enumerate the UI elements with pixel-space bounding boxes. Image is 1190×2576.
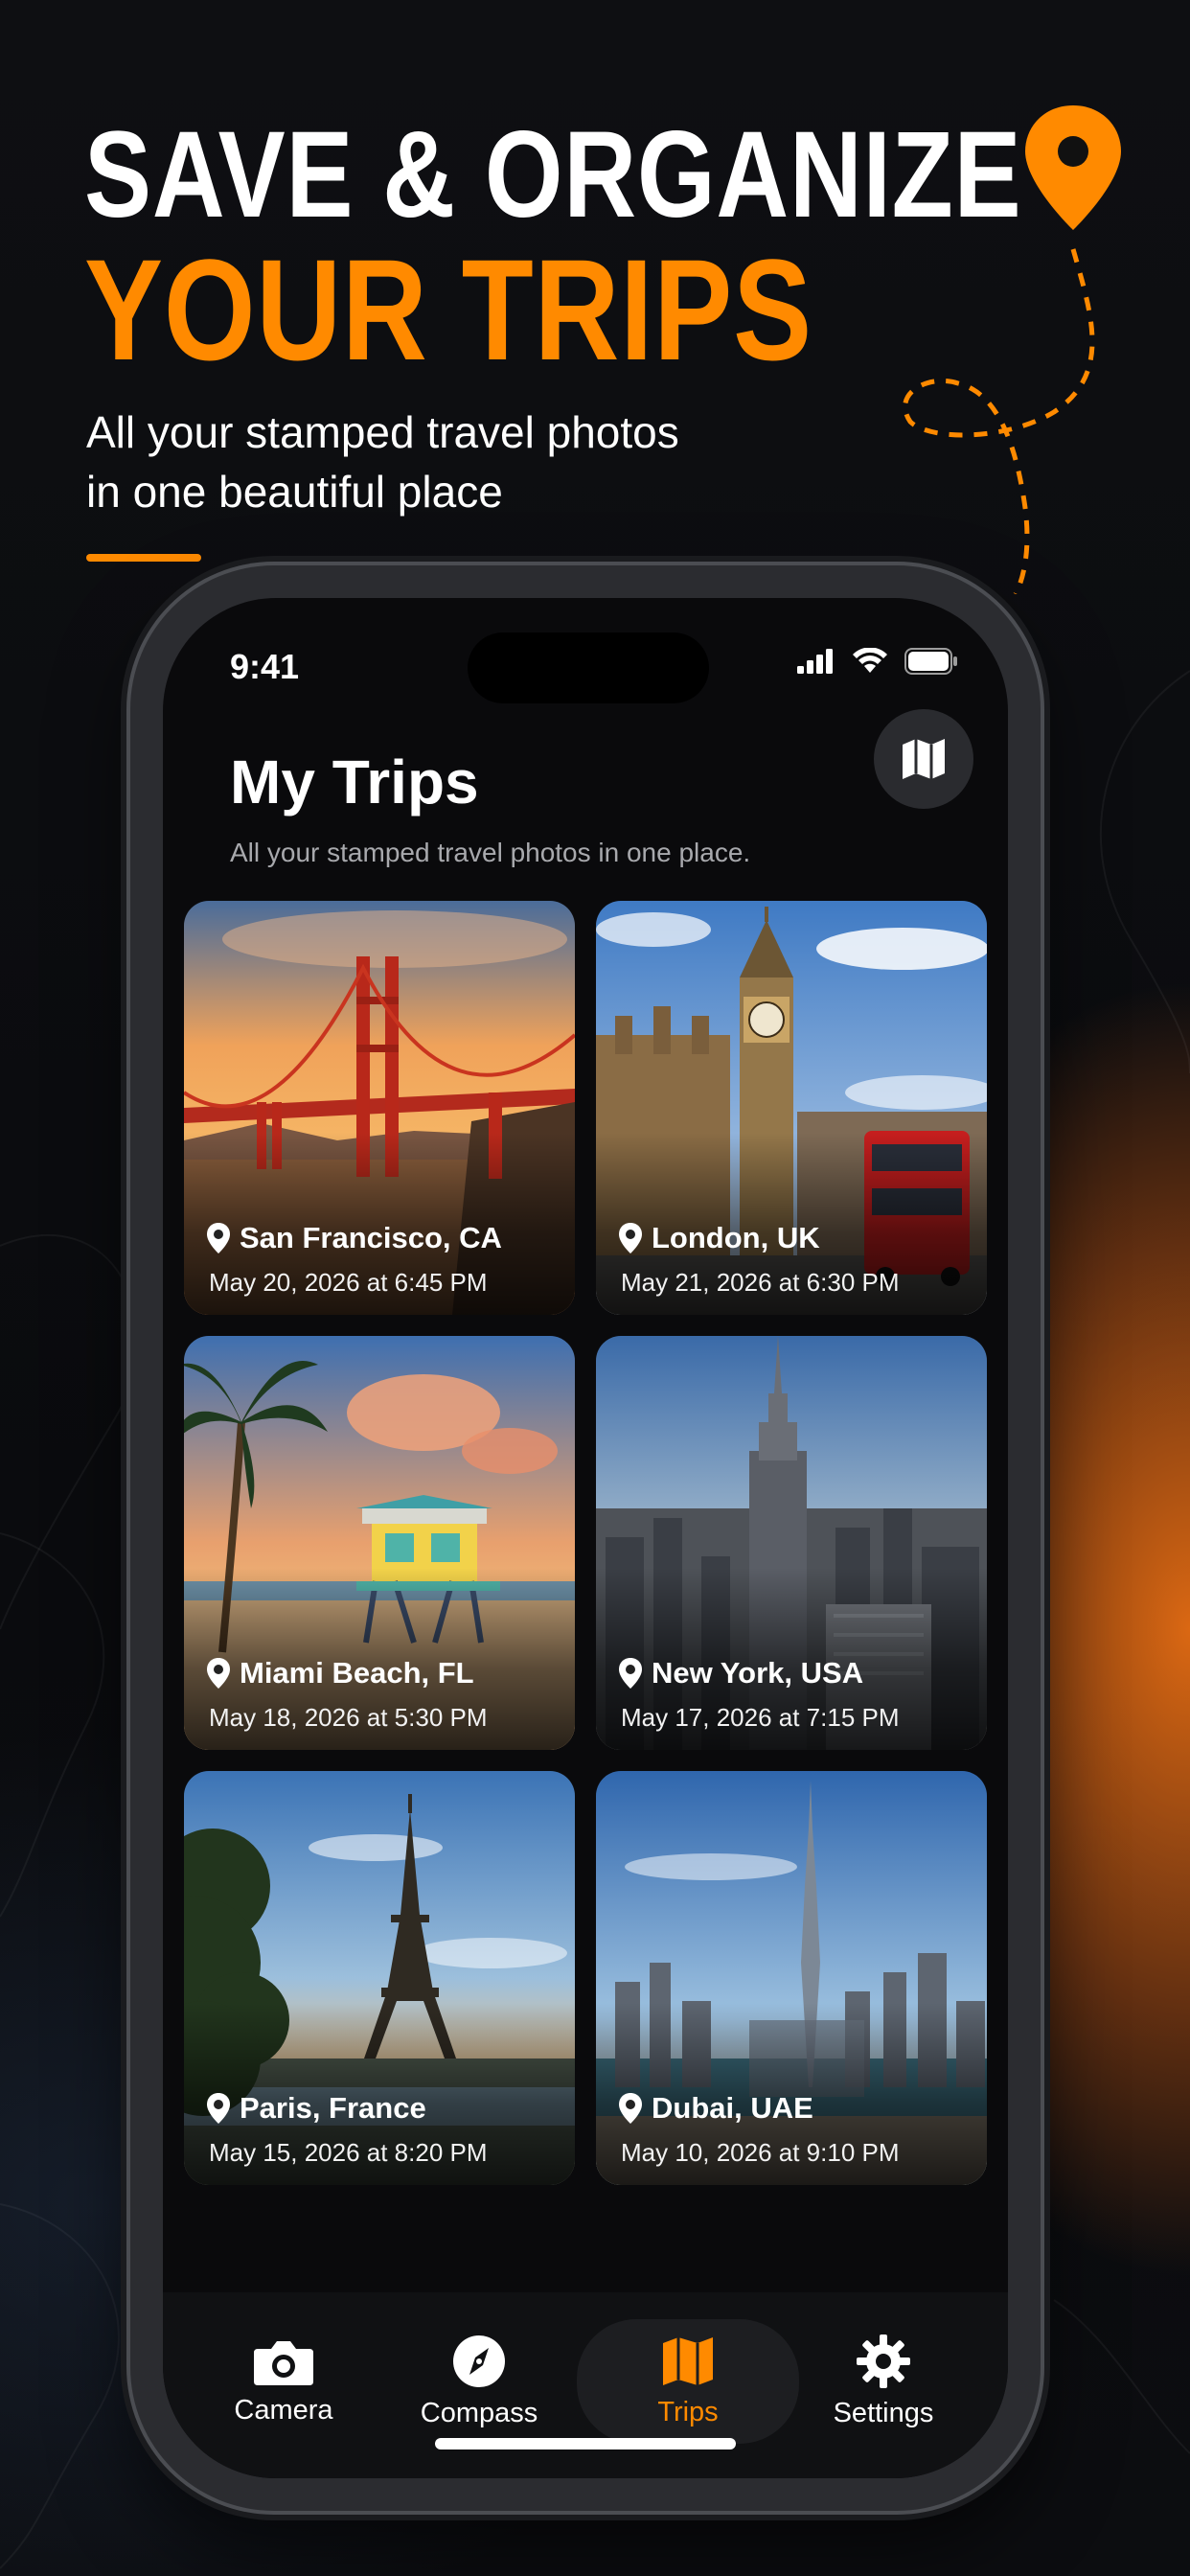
trip-location-label: Dubai, UAE xyxy=(652,2091,813,2125)
trip-location: London, UK xyxy=(619,1221,820,1255)
trip-location: San Francisco, CA xyxy=(207,1221,502,1255)
tab-settings[interactable]: Settings xyxy=(788,2319,979,2444)
location-pin-icon xyxy=(207,1223,230,1254)
trip-location-label: New York, USA xyxy=(652,1656,864,1690)
compass-icon xyxy=(453,2334,505,2387)
tab-trips[interactable]: Trips xyxy=(577,2319,799,2444)
trip-card-new-york[interactable]: New York, USA May 17, 2026 at 7:15 PM xyxy=(596,1336,987,1750)
phone-power-button xyxy=(1041,1045,1048,1236)
route-pin-illustration xyxy=(903,105,1121,594)
map-icon xyxy=(903,739,945,779)
page-title: My Trips xyxy=(230,748,479,816)
map-icon xyxy=(663,2336,713,2385)
tab-camera[interactable]: Camera xyxy=(188,2319,379,2444)
location-pin-icon xyxy=(207,2093,230,2124)
trip-location-label: San Francisco, CA xyxy=(240,1221,502,1254)
trip-location-label: Miami Beach, FL xyxy=(240,1656,474,1690)
status-time: 9:41 xyxy=(230,647,300,686)
tab-compass-label: Compass xyxy=(420,2397,538,2428)
trip-card-london[interactable]: London, UK May 21, 2026 at 6:30 PM xyxy=(596,901,987,1315)
tab-settings-label: Settings xyxy=(833,2397,934,2428)
tab-trips-label: Trips xyxy=(657,2396,719,2427)
phone-screen: 9:41 My Trips All your stamped travel ph… xyxy=(163,598,1008,2478)
trip-location-label: London, UK xyxy=(652,1221,820,1254)
trip-date: May 20, 2026 at 6:45 PM xyxy=(209,1268,488,1297)
page-subtitle: All your stamped travel photos in one pl… xyxy=(230,838,751,867)
trip-date: May 17, 2026 at 7:15 PM xyxy=(621,1703,900,1732)
trip-card-miami-beach[interactable]: Miami Beach, FL May 18, 2026 at 5:30 PM xyxy=(184,1336,575,1750)
map-view-button[interactable] xyxy=(874,709,973,809)
gear-icon xyxy=(857,2334,910,2388)
headline-line-1: SAVE & ORGANIZE xyxy=(84,106,1022,243)
subhead-line-1: All your stamped travel photos xyxy=(86,407,679,457)
dynamic-island xyxy=(468,632,709,703)
trip-date: May 15, 2026 at 8:20 PM xyxy=(209,2138,488,2167)
battery-icon xyxy=(904,648,957,675)
tab-compass[interactable]: Compass xyxy=(383,2319,575,2444)
phone-volume-up-button xyxy=(123,997,130,1112)
subhead-line-2: in one beautiful place xyxy=(86,467,503,517)
trip-location: Paris, France xyxy=(207,2091,426,2126)
trip-location-label: Paris, France xyxy=(240,2091,426,2125)
phone-action-button xyxy=(123,882,130,949)
phone-frame: 9:41 My Trips All your stamped travel ph… xyxy=(130,565,1041,2511)
trip-card-paris[interactable]: Paris, France May 15, 2026 at 8:20 PM xyxy=(184,1771,575,2185)
trip-location: Dubai, UAE xyxy=(619,2091,813,2126)
location-pin-icon xyxy=(619,1223,642,1254)
tab-bar: Camera Compass Trips Settings xyxy=(163,2292,1008,2478)
location-pin-icon xyxy=(619,1658,642,1689)
status-icons xyxy=(797,648,958,675)
headline-line-2: YOUR TRIPS xyxy=(84,229,812,390)
promo-subhead: All your stamped travel photos in one be… xyxy=(86,402,814,521)
trip-date: May 21, 2026 at 6:30 PM xyxy=(621,1268,900,1297)
signal-icon xyxy=(797,649,833,674)
phone-volume-down-button xyxy=(123,1140,130,1255)
location-pin-icon xyxy=(1025,105,1121,230)
trip-date: May 10, 2026 at 9:10 PM xyxy=(621,2138,900,2167)
trip-date: May 18, 2026 at 5:30 PM xyxy=(209,1703,488,1732)
trip-location: Miami Beach, FL xyxy=(207,1656,474,1690)
accent-underline xyxy=(86,554,201,562)
tab-camera-label: Camera xyxy=(234,2394,333,2426)
location-pin-icon xyxy=(619,2093,642,2124)
trip-location: New York, USA xyxy=(619,1656,863,1690)
trip-card-san-francisco[interactable]: San Francisco, CA May 20, 2026 at 6:45 P… xyxy=(184,901,575,1315)
home-indicator xyxy=(435,2438,736,2450)
camera-icon xyxy=(254,2340,313,2385)
wifi-icon xyxy=(853,648,887,673)
location-pin-icon xyxy=(207,1658,230,1689)
trip-card-dubai[interactable]: Dubai, UAE May 10, 2026 at 9:10 PM xyxy=(596,1771,987,2185)
